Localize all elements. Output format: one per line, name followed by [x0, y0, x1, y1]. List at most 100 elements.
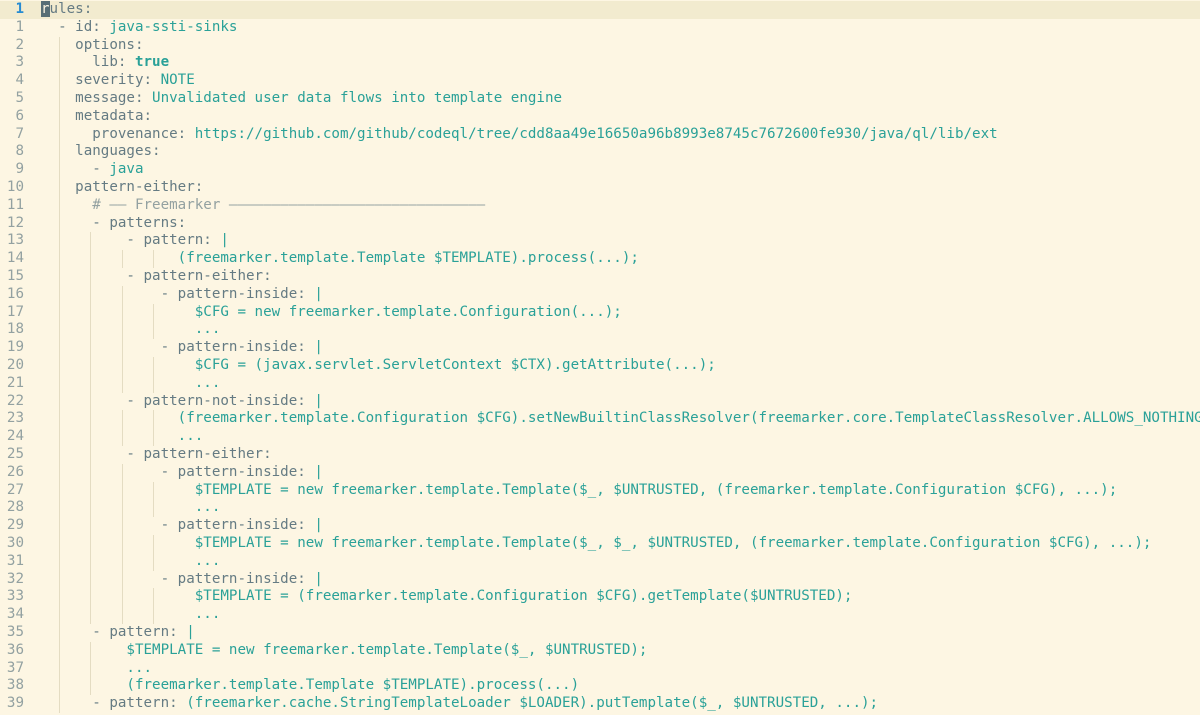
- code-line[interactable]: 22 - pattern-not-inside: |: [0, 393, 1200, 411]
- code-line[interactable]: 2 options:: [0, 37, 1200, 55]
- line-code[interactable]: ...: [41, 553, 1200, 571]
- code-line[interactable]: 17 $CFG = new freemarker.template.Config…: [0, 304, 1200, 322]
- code-line[interactable]: 8 languages:: [0, 143, 1200, 161]
- line-code[interactable]: languages:: [41, 143, 1200, 161]
- line-code[interactable]: - pattern-either:: [41, 446, 1200, 464]
- line-code[interactable]: severity: NOTE: [41, 72, 1200, 90]
- current-line[interactable]: 1 rules:: [0, 1, 1200, 19]
- code-line[interactable]: 13 - pattern: |: [0, 232, 1200, 250]
- code-line[interactable]: 32 - pattern-inside: |: [0, 571, 1200, 589]
- line-number: 7: [15, 125, 24, 142]
- code-line[interactable]: 23 (freemarker.template.Configuration $C…: [0, 410, 1200, 428]
- line-code[interactable]: - pattern-inside: |: [41, 464, 1200, 482]
- code-token: (freemarker.template.Template $TEMPLATE)…: [126, 677, 580, 694]
- code-line[interactable]: 24 ...: [0, 428, 1200, 446]
- line-number: 29: [6, 517, 24, 534]
- code-line[interactable]: 29 - pattern-inside: |: [0, 517, 1200, 535]
- code-line[interactable]: 4 severity: NOTE: [0, 72, 1200, 90]
- line-code[interactable]: (freemarker.template.Template $TEMPLATE)…: [41, 677, 1200, 695]
- code-line[interactable]: 28 ...: [0, 499, 1200, 517]
- code-line[interactable]: 3 lib: true: [0, 54, 1200, 72]
- line-number: 37: [6, 659, 24, 676]
- line-code[interactable]: - pattern-inside: |: [41, 286, 1200, 304]
- code-token: - pattern:: [92, 624, 187, 640]
- code-line[interactable]: 25 - pattern-either:: [0, 446, 1200, 464]
- code-token: $CFG = (javax.servlet.ServletContext $CT…: [194, 357, 716, 373]
- line-code[interactable]: $TEMPLATE = new freemarker.template.Temp…: [41, 482, 1200, 500]
- code-editor[interactable]: 1 rules: 1 - id: java-ssti-sinks 2 options:…: [0, 0, 1200, 715]
- line-number: 3: [15, 54, 24, 71]
- line-code[interactable]: - pattern: |: [41, 624, 1200, 642]
- line-code[interactable]: lib: true: [41, 54, 1200, 72]
- line-code[interactable]: (freemarker.template.Template $TEMPLATE)…: [41, 250, 1200, 268]
- code-line[interactable]: 11 # —— Freemarker —————————————————————…: [0, 197, 1200, 215]
- line-code[interactable]: options:: [41, 37, 1200, 55]
- line-code[interactable]: rules:: [41, 1, 1200, 19]
- line-code[interactable]: provenance: https://github.com/github/co…: [41, 126, 1200, 144]
- code-token: |: [314, 392, 323, 409]
- line-code[interactable]: - pattern: (freemarker.cache.StringTempl…: [41, 695, 1200, 713]
- line-code[interactable]: - patterns:: [41, 215, 1200, 233]
- line-code[interactable]: - pattern: |: [41, 232, 1200, 250]
- code-line[interactable]: 6 metadata:: [0, 108, 1200, 126]
- line-code[interactable]: $TEMPLATE = new freemarker.template.Temp…: [41, 535, 1200, 553]
- indent-guide: [58, 36, 60, 713]
- code-token: - pattern-inside:: [160, 463, 315, 480]
- indent-guide: [152, 535, 154, 571]
- code-line[interactable]: 9 - java: [0, 161, 1200, 179]
- code-line[interactable]: 30 $TEMPLATE = new freemarker.template.T…: [0, 535, 1200, 553]
- code-line[interactable]: 1 - id: java-ssti-sinks: [0, 19, 1200, 37]
- line-code[interactable]: ...: [41, 428, 1200, 446]
- line-code[interactable]: (freemarker.template.Configuration $CFG)…: [41, 410, 1200, 428]
- line-code[interactable]: # —— Freemarker ————————————————————————…: [41, 197, 1200, 215]
- indent-guide: [152, 410, 154, 446]
- code-line[interactable]: 27 $TEMPLATE = new freemarker.template.T…: [0, 482, 1200, 500]
- code-token: $TEMPLATE = new freemarker.template.Temp…: [194, 535, 1152, 551]
- code-line[interactable]: 35 - pattern: |: [0, 624, 1200, 642]
- code-line[interactable]: 31 ...: [0, 553, 1200, 571]
- line-code[interactable]: ...: [41, 375, 1200, 393]
- code-line[interactable]: 18 ...: [0, 321, 1200, 339]
- code-line[interactable]: 34 ...: [0, 606, 1200, 624]
- code-line[interactable]: 38 (freemarker.template.Template $TEMPLA…: [0, 677, 1200, 695]
- code-line[interactable]: 26 - pattern-inside: |: [0, 464, 1200, 482]
- code-line[interactable]: 33 $TEMPLATE = (freemarker.template.Conf…: [0, 588, 1200, 606]
- line-number: 32: [6, 570, 24, 587]
- code-line[interactable]: 7 provenance: https://github.com/github/…: [0, 126, 1200, 144]
- code-line[interactable]: 5 message: Unvalidated user data flows i…: [0, 90, 1200, 108]
- code-line[interactable]: 36 $TEMPLATE = new freemarker.template.T…: [0, 642, 1200, 660]
- code-line[interactable]: 21 ...: [0, 375, 1200, 393]
- line-code[interactable]: ...: [41, 660, 1200, 678]
- code-line[interactable]: 15 - pattern-either:: [0, 268, 1200, 286]
- line-code[interactable]: - id: java-ssti-sinks: [41, 19, 1200, 37]
- line-code[interactable]: - pattern-inside: |: [41, 517, 1200, 535]
- line-code[interactable]: metadata:: [41, 108, 1200, 126]
- code-line[interactable]: 16 - pattern-inside: |: [0, 286, 1200, 304]
- line-code[interactable]: - pattern-inside: |: [41, 339, 1200, 357]
- line-number: 25: [6, 446, 24, 462]
- code-token: message:: [75, 90, 153, 106]
- line-code[interactable]: pattern-either:: [41, 179, 1200, 197]
- line-code[interactable]: $CFG = new freemarker.template.Configura…: [41, 304, 1200, 322]
- line-code[interactable]: $CFG = (javax.servlet.ServletContext $CT…: [41, 357, 1200, 375]
- code-line[interactable]: 10 pattern-either:: [0, 179, 1200, 197]
- line-code[interactable]: - pattern-inside: |: [41, 571, 1200, 589]
- code-line[interactable]: 20 $CFG = (javax.servlet.ServletContext …: [0, 357, 1200, 375]
- line-code[interactable]: - pattern-either:: [41, 268, 1200, 286]
- line-code[interactable]: $TEMPLATE = (freemarker.template.Configu…: [41, 588, 1200, 606]
- line-code[interactable]: - java: [41, 161, 1200, 179]
- line-code[interactable]: ...: [41, 499, 1200, 517]
- indent-guide: [152, 303, 154, 340]
- line-code[interactable]: ...: [41, 606, 1200, 624]
- code-token: - pattern-either:: [126, 268, 272, 284]
- code-line[interactable]: 14 (freemarker.template.Template $TEMPLA…: [0, 250, 1200, 268]
- code-line[interactable]: 12 - patterns:: [0, 215, 1200, 233]
- line-code[interactable]: message: Unvalidated user data flows int…: [41, 90, 1200, 108]
- line-number: 17: [6, 303, 24, 320]
- code-line[interactable]: 19 - pattern-inside: |: [0, 339, 1200, 357]
- code-line[interactable]: 39 - pattern: (freemarker.cache.StringTe…: [0, 695, 1200, 713]
- line-code[interactable]: - pattern-not-inside: |: [41, 393, 1200, 411]
- line-code[interactable]: ...: [41, 321, 1200, 339]
- line-code[interactable]: $TEMPLATE = new freemarker.template.Temp…: [41, 642, 1200, 660]
- code-line[interactable]: 37 ...: [0, 660, 1200, 678]
